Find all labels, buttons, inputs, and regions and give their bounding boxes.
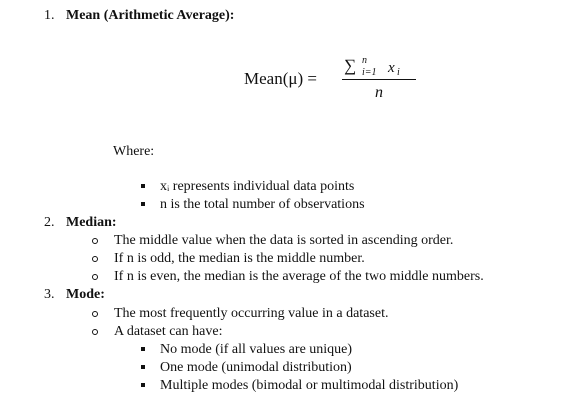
summation-symbol: ∑ [344, 56, 357, 75]
circle-bullet-icon [92, 238, 98, 244]
mode-bullet-1: The most frequently occurring value in a… [114, 306, 389, 321]
square-bullet-icon [141, 365, 145, 369]
square-bullet-icon [141, 184, 145, 188]
formula-denominator: n [375, 84, 383, 101]
circle-bullet-icon [92, 329, 98, 335]
median-bullet-2: If n is odd, the median is the middle nu… [114, 251, 365, 266]
median-bullet-3: If n is even, the median is the average … [114, 269, 484, 284]
formula-lhs: Mean(μ) = [244, 69, 317, 88]
mean-heading: Mean (Arithmetic Average): [66, 8, 235, 23]
sum-lower-limit: i=1 [362, 67, 377, 78]
circle-bullet-icon [92, 256, 98, 262]
sum-term: x [388, 60, 395, 76]
mode-sub-bullet-2: One mode (unimodal distribution) [160, 360, 352, 375]
mean-bullet-2: n is the total number of observations [160, 197, 365, 212]
item-3-number: 3. [44, 287, 55, 302]
fraction-bar [342, 79, 416, 80]
mode-heading: Mode: [66, 287, 105, 302]
square-bullet-icon [141, 347, 145, 351]
mean-bullet-1: xᵢ represents individual data points [160, 179, 355, 194]
sum-upper-limit: n [362, 55, 367, 66]
circle-bullet-icon [92, 311, 98, 317]
formula-fraction: ∑ n i=1 x i n [342, 52, 416, 102]
mode-sub-bullet-3: Multiple modes (bimodal or multimodal di… [160, 378, 459, 393]
median-bullet-1: The middle value when the data is sorted… [114, 233, 454, 248]
item-1-number: 1. [44, 8, 55, 23]
median-heading: Median: [66, 215, 117, 230]
square-bullet-icon [141, 383, 145, 387]
circle-bullet-icon [92, 274, 98, 280]
mode-bullet-2: A dataset can have: [114, 324, 223, 339]
mode-sub-bullet-1: No mode (if all values are unique) [160, 342, 353, 357]
square-bullet-icon [141, 202, 145, 206]
where-label: Where: [113, 144, 155, 159]
sum-term-subscript: i [397, 67, 400, 78]
item-2-number: 2. [44, 215, 55, 230]
